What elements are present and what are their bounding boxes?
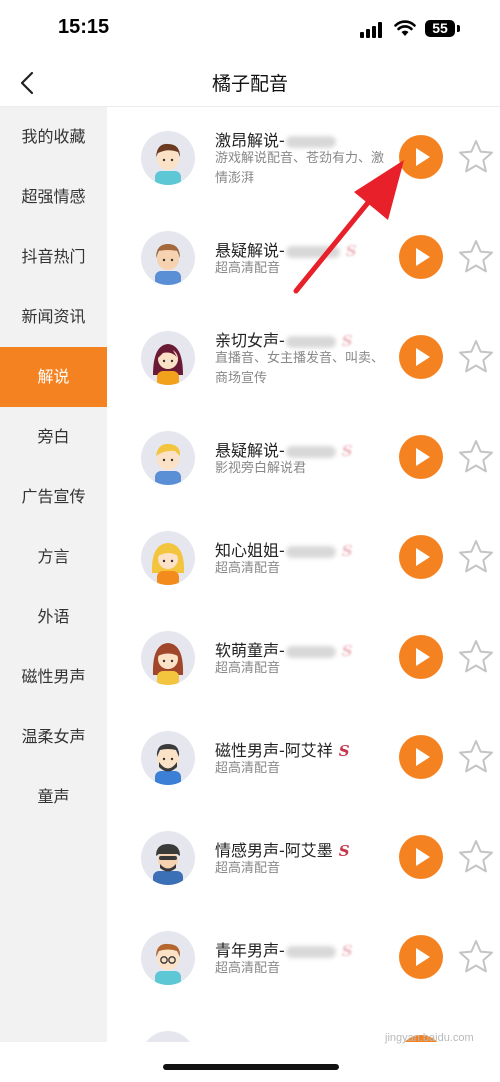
avatar (141, 331, 195, 385)
sidebar-item-douyin-hot[interactable]: 抖音热门 (0, 227, 107, 287)
list-item[interactable]: 知心姐姐- S 超高清配音 (107, 507, 500, 607)
play-button[interactable] (399, 535, 443, 579)
list-item[interactable]: 青年男声- S 超高清配音 (107, 907, 500, 1007)
avatar (141, 631, 195, 685)
voice-subtitle: 游戏解说配音、苍劲有力、激情澎湃 (215, 151, 385, 186)
status-time: 15:15 (58, 16, 110, 38)
play-button[interactable] (399, 835, 443, 879)
voice-title: 激昂解说- (215, 127, 336, 151)
sidebar-item-advertising[interactable]: 广告宣传 (0, 467, 107, 527)
voice-title: 情感男声-阿艾墨 S (215, 841, 350, 860)
avatar (141, 531, 195, 585)
avatar (141, 231, 195, 285)
voice-subtitle: 超高清配音 (215, 961, 281, 976)
signal-icon (360, 22, 384, 38)
list-item[interactable]: 激昂解说- 游戏解说配音、苍劲有力、激情澎湃 (107, 107, 500, 207)
sidebar-item-child[interactable]: 童声 (0, 767, 107, 827)
list-item[interactable]: 软萌童声- S 超高清配音 (107, 607, 500, 707)
sidebar-item-gentle-female[interactable]: 温柔女声 (0, 707, 107, 767)
wifi-icon (394, 20, 416, 36)
sidebar-item-emotion[interactable]: 超强情感 (0, 167, 107, 227)
page-title: 橘子配音 (211, 73, 288, 95)
voice-list: 激昂解说- 游戏解说配音、苍劲有力、激情澎湃 悬疑解说- S 超高清配音 亲切女声… (107, 107, 500, 1042)
play-button[interactable] (399, 235, 443, 279)
play-button[interactable] (399, 135, 443, 179)
voice-title: 软萌童声- S (215, 641, 353, 660)
favorite-star-icon[interactable] (458, 439, 494, 475)
avatar (141, 431, 195, 485)
nav-bar: 橘子配音 (0, 60, 500, 107)
voice-subtitle: 超高清配音 (215, 661, 281, 676)
home-bar (0, 1042, 500, 1082)
list-item[interactable]: 悬疑解说- S 影视旁白解说君 (107, 407, 500, 507)
voice-title: 亲切女声- S (215, 331, 353, 350)
sidebar-item-magnetic-male[interactable]: 磁性男声 (0, 647, 107, 707)
play-button[interactable] (399, 935, 443, 979)
favorite-star-icon[interactable] (458, 539, 494, 575)
battery-icon: 55 (425, 20, 455, 37)
avatar (141, 931, 195, 985)
favorite-star-icon[interactable] (458, 139, 494, 175)
voice-subtitle: 超高清配音 (215, 561, 281, 576)
category-sidebar: 我的收藏 超强情感 抖音热门 新闻资讯 解说 旁白 广告宣传 方言 外语 磁性男… (0, 107, 107, 1042)
favorite-star-icon[interactable] (458, 239, 494, 275)
list-item[interactable]: 情感男声-阿艾墨 S 超高清配音 (107, 807, 500, 907)
sidebar-item-dialect[interactable]: 方言 (0, 527, 107, 587)
favorite-star-icon[interactable] (458, 639, 494, 675)
voice-title: 磁性男声-阿艾祥 S (215, 741, 350, 760)
voice-subtitle: 超高清配音 (215, 861, 281, 876)
play-button[interactable] (399, 435, 443, 479)
voice-title: 青年男声- S (215, 941, 353, 960)
avatar (141, 731, 195, 785)
sidebar-item-narration[interactable]: 旁白 (0, 407, 107, 467)
play-button[interactable] (399, 635, 443, 679)
sidebar-item-favorites[interactable]: 我的收藏 (0, 107, 107, 167)
avatar (141, 831, 195, 885)
play-button[interactable] (399, 335, 443, 379)
list-item[interactable]: 亲切女声- S 直播音、女主播发音、叫卖、商场宣传 (107, 307, 500, 407)
favorite-star-icon[interactable] (458, 939, 494, 975)
avatar (141, 131, 195, 185)
sidebar-item-news[interactable]: 新闻资讯 (0, 287, 107, 347)
voice-title: 知心姐姐- S (215, 541, 353, 560)
home-indicator[interactable] (163, 1064, 339, 1070)
sidebar-item-commentary[interactable]: 解说 (0, 347, 107, 407)
sidebar-item-foreign[interactable]: 外语 (0, 587, 107, 647)
voice-subtitle: 直播音、女主播发音、叫卖、商场宣传 (215, 351, 385, 386)
voice-subtitle: 超高清配音 (215, 261, 281, 276)
avatar (141, 1031, 195, 1042)
favorite-star-icon[interactable] (458, 839, 494, 875)
voice-title: 悬疑解说- S (215, 241, 357, 260)
watermark: jingyan.baidu.com (385, 1032, 474, 1044)
battery-nub (457, 25, 460, 32)
play-button[interactable] (399, 735, 443, 779)
voice-subtitle: 超高清配音 (215, 761, 281, 776)
favorite-star-icon[interactable] (458, 739, 494, 775)
list-item[interactable]: 悬疑解说- S 超高清配音 (107, 207, 500, 307)
list-item[interactable]: 磁性男声-阿艾祥 S 超高清配音 (107, 707, 500, 807)
favorite-star-icon[interactable] (458, 339, 494, 375)
status-bar: 15:15 55 (0, 0, 500, 60)
voice-subtitle: 影视旁白解说君 (215, 461, 307, 476)
voice-title: 悬疑解说- S (215, 441, 353, 460)
